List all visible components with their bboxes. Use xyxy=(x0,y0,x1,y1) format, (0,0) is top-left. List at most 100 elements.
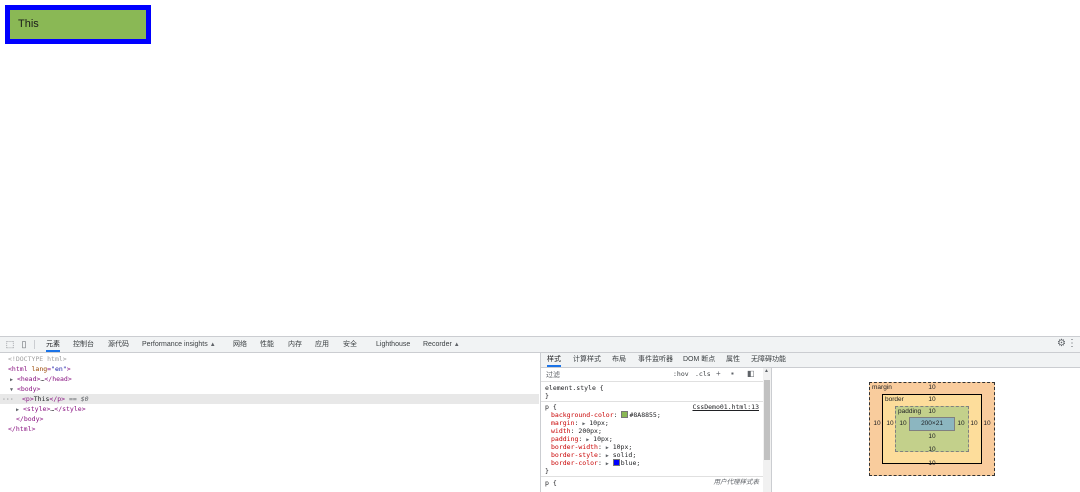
tab-recorder[interactable]: Recorder ▲ xyxy=(423,337,460,352)
tree-html-close[interactable]: </html> xyxy=(0,424,539,434)
tree-style[interactable]: ▶ <style>…</style> xyxy=(0,404,539,414)
style-rules: element.style { } p { CssDemo01.html:13 … xyxy=(541,382,763,492)
styles-subtabbar: 样式 计算样式 布局 事件监听器 DOM 断点 属性 无障碍功能 xyxy=(541,353,1080,368)
head-tag-name: head xyxy=(20,375,37,383)
tree-doctype[interactable]: <!DOCTYPE html> xyxy=(0,354,539,364)
tab-sources[interactable]: 源代码 xyxy=(108,337,129,352)
rule-source-link[interactable]: CssDemo01.html:13 xyxy=(692,403,759,411)
device-toolbar-icon[interactable]: ▯ xyxy=(19,339,29,349)
expand-triangle-icon[interactable]: ▶ xyxy=(10,377,13,383)
style-tag: <style>…</style> xyxy=(22,405,86,413)
decl-value: 10px xyxy=(593,435,609,443)
ua-rule-selector[interactable]: p { xyxy=(545,479,557,487)
subtab-layout[interactable]: 布局 xyxy=(612,353,626,367)
subtab-styles[interactable]: 样式 xyxy=(547,353,561,367)
expand-triangle-icon[interactable]: ▶ xyxy=(606,461,609,467)
margin-top-value[interactable]: 10 xyxy=(925,384,939,391)
border-top-value[interactable]: 10 xyxy=(925,396,939,403)
box-model-pane: 200×21 margin border padding 10 10 10 10… xyxy=(771,367,1080,492)
decl-width[interactable]: width: 200px; xyxy=(551,427,602,435)
border-left-value[interactable]: 10 xyxy=(883,420,897,427)
paint-brush-icon[interactable]: ▪ xyxy=(731,369,734,378)
tree-body[interactable]: ▼ <body> xyxy=(0,384,539,394)
add-rule-icon[interactable]: + xyxy=(716,369,721,378)
decl-prop: background-color xyxy=(551,411,614,419)
subtab-properties[interactable]: 属性 xyxy=(726,353,740,367)
border-right-value[interactable]: 10 xyxy=(967,420,981,427)
html-tag-open: <html lang="en"> xyxy=(8,365,71,373)
p-text: This xyxy=(33,395,50,403)
hov-toggle[interactable]: :hov xyxy=(673,370,689,378)
style-tag-close-name: style xyxy=(62,405,82,413)
decl-value: #8A8855 xyxy=(629,411,657,419)
padding-right-value[interactable]: 10 xyxy=(954,420,968,427)
box-content[interactable]: 200×21 xyxy=(909,417,955,431)
subtab-computed[interactable]: 计算样式 xyxy=(573,353,601,367)
p-rule-selector[interactable]: p { xyxy=(545,403,557,411)
elements-tree: <!DOCTYPE html> <html lang="en"> ▶ <head… xyxy=(0,353,539,492)
border-bottom-value[interactable]: 10 xyxy=(925,446,939,453)
tab-application[interactable]: 应用 xyxy=(315,337,329,352)
element-style-selector[interactable]: element.style { xyxy=(545,384,604,392)
p-rule-close: } xyxy=(545,467,549,475)
collapse-triangle-icon[interactable]: ▼ xyxy=(10,387,13,393)
tab-memory[interactable]: 内存 xyxy=(288,337,302,352)
tab-network[interactable]: 网络 xyxy=(233,337,247,352)
user-agent-stylesheet-label: 用户代理样式表 xyxy=(713,479,760,486)
margin-label: margin xyxy=(872,384,892,391)
inspect-element-icon[interactable]: ⬚ xyxy=(5,339,15,349)
experiment-flask-icon: ▲ xyxy=(453,342,460,348)
tab-elements[interactable]: 元素 xyxy=(46,337,60,352)
decl-prop: width xyxy=(551,427,571,435)
tab-console[interactable]: 控制台 xyxy=(73,337,94,352)
styles-scrollbar[interactable]: ▲ xyxy=(763,368,771,492)
html-tag-name: html xyxy=(11,365,28,373)
decl-prop: border-style xyxy=(551,451,598,459)
toggle-sidebar-icon[interactable]: ◧ xyxy=(747,369,755,378)
decl-value: 10px xyxy=(589,419,605,427)
tree-head[interactable]: ▶ <head>…</head> xyxy=(0,374,539,384)
rendered-page: This xyxy=(0,0,1080,336)
filter-input[interactable]: 过滤 xyxy=(546,370,560,380)
html-close-tag: </html> xyxy=(8,425,36,433)
subtab-dom-breakpoints[interactable]: DOM 断点 xyxy=(683,353,715,367)
styles-filter-row: 过滤 :hov .cls + ▪ ◧ xyxy=(541,368,763,382)
color-swatch[interactable] xyxy=(621,411,629,418)
doctype-text: <!DOCTYPE html> xyxy=(8,355,67,363)
more-options-icon[interactable]: ⋮ xyxy=(1067,338,1077,349)
padding-top-value[interactable]: 10 xyxy=(925,408,939,415)
padding-left-value[interactable]: 10 xyxy=(896,420,910,427)
tab-performance[interactable]: 性能 xyxy=(260,337,274,352)
tree-p-selected[interactable]: ··· <p>This</p> == $0 xyxy=(0,394,539,404)
tab-security[interactable]: 安全 xyxy=(343,337,357,352)
expand-triangle-icon[interactable]: ▶ xyxy=(16,407,19,413)
decl-prop: border-width xyxy=(551,443,598,451)
head-ellipsis: … xyxy=(40,375,45,383)
decl-background-color[interactable]: background-color: #8A8855; xyxy=(551,411,661,419)
subtab-accessibility[interactable]: 无障碍功能 xyxy=(751,353,786,367)
ellipsis-menu-icon[interactable]: ··· xyxy=(2,394,14,404)
gear-icon[interactable]: ⚙ xyxy=(1057,338,1066,349)
subtab-event-listeners[interactable]: 事件监听器 xyxy=(638,353,673,367)
cls-toggle[interactable]: .cls xyxy=(695,370,711,378)
margin-right-value[interactable]: 10 xyxy=(980,420,994,427)
margin-left-value[interactable]: 10 xyxy=(870,420,884,427)
decl-prop: padding xyxy=(551,435,579,443)
decl-value: solid xyxy=(612,451,633,459)
decl-value: 200px xyxy=(578,427,598,435)
tab-lighthouse[interactable]: Lighthouse xyxy=(376,337,410,352)
padding-label: padding xyxy=(898,408,922,415)
p-tag-close: </p> xyxy=(49,395,66,403)
scroll-thumb[interactable] xyxy=(764,380,770,460)
color-swatch[interactable] xyxy=(612,459,620,466)
tab-performance-insights[interactable]: Performance insights ▲ xyxy=(142,337,216,352)
scroll-up-icon[interactable]: ▲ xyxy=(764,368,769,374)
decl-border-color[interactable]: border-color: ▶ blue; xyxy=(551,459,640,468)
padding-bottom-value[interactable]: 10 xyxy=(925,433,939,440)
p-tag: <p> xyxy=(22,395,34,403)
tree-body-close[interactable]: </body> xyxy=(0,414,539,424)
tree-html[interactable]: <html lang="en"> xyxy=(0,364,539,374)
html-attr-name: lang xyxy=(31,365,48,373)
margin-bottom-value[interactable]: 10 xyxy=(925,460,939,467)
style-ellipsis: … xyxy=(50,405,55,413)
